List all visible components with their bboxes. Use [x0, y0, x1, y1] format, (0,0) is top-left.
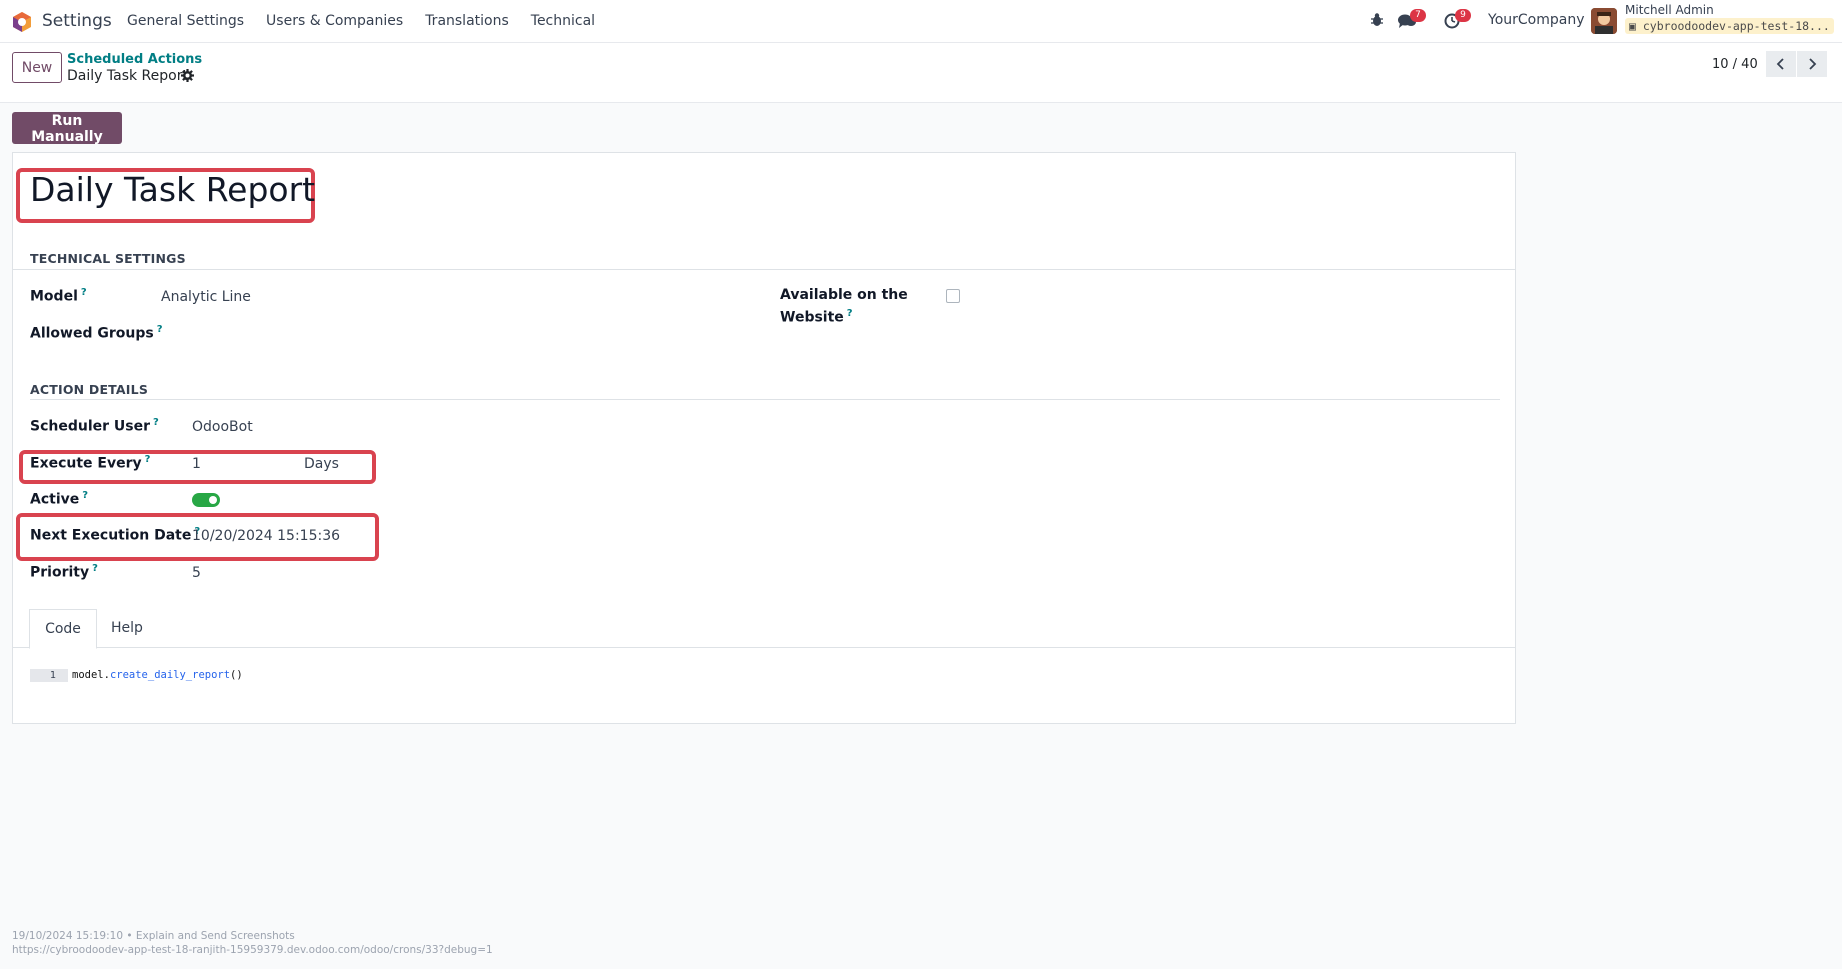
next-execution-date-field[interactable]: 10/20/2024 15:15:36: [192, 528, 340, 544]
debug-bug-icon[interactable]: [1370, 12, 1384, 28]
database-icon: ▣: [1629, 19, 1636, 33]
available-on-website-checkbox[interactable]: [946, 289, 960, 303]
menu-general-settings[interactable]: General Settings: [127, 13, 244, 29]
user-avatar[interactable]: [1591, 8, 1617, 34]
activities-badge: 9: [1455, 9, 1471, 22]
breadcrumb-current-record: Daily Task Report: [67, 68, 188, 84]
next-execution-date-label: Next Execution Date?: [30, 526, 201, 544]
run-manually-button[interactable]: Run Manually: [12, 112, 122, 145]
pager-previous-button[interactable]: [1766, 51, 1796, 77]
action-details-heading: ACTION DETAILS: [30, 382, 149, 397]
database-name-badge: ▣ cybroodoodev-app-test-18...: [1625, 18, 1834, 34]
user-name[interactable]: Mitchell Admin: [1625, 3, 1714, 17]
top-navbar: Settings General Settings Users & Compan…: [0, 0, 1842, 43]
app-name[interactable]: Settings: [42, 11, 112, 31]
breadcrumb-scheduled-actions[interactable]: Scheduled Actions: [67, 52, 202, 67]
odoo-app-logo-icon[interactable]: [11, 11, 33, 33]
section-divider: [13, 269, 1515, 270]
help-tooltip-icon[interactable]: ?: [145, 454, 151, 465]
active-label: Active?: [30, 490, 89, 508]
technical-settings-heading: TECHNICAL SETTINGS: [30, 251, 186, 266]
help-tooltip-icon[interactable]: ?: [92, 563, 98, 574]
priority-label: Priority?: [30, 563, 98, 581]
active-toggle[interactable]: [192, 493, 220, 507]
help-tooltip-icon[interactable]: ?: [82, 490, 88, 501]
execute-every-label: Execute Every?: [30, 454, 151, 472]
tab-help[interactable]: Help: [97, 609, 157, 647]
section-divider: [30, 399, 1500, 400]
model-label: Model?: [30, 287, 87, 305]
scheduler-user-label: Scheduler User?: [30, 417, 159, 435]
messages-badge: 7: [1410, 9, 1426, 22]
help-tooltip-icon[interactable]: ?: [153, 417, 159, 428]
menu-technical[interactable]: Technical: [531, 13, 595, 29]
allowed-groups-label: Allowed Groups?: [30, 324, 163, 342]
help-tooltip-icon[interactable]: ?: [847, 308, 853, 319]
available-on-website-label-line2: Website?: [780, 308, 853, 326]
scheduler-user-field[interactable]: OdooBot: [192, 419, 253, 435]
help-tooltip-icon[interactable]: ?: [81, 287, 87, 298]
database-name: cybroodoodev-app-test-18...: [1642, 19, 1830, 33]
form-sheet: Daily Task Report TECHNICAL SETTINGS Mod…: [12, 152, 1516, 724]
chevron-right-icon: [1809, 58, 1817, 70]
new-button[interactable]: New: [12, 52, 62, 83]
execute-every-number-input[interactable]: 1: [192, 456, 201, 472]
gear-icon[interactable]: [181, 69, 194, 82]
available-on-website-label: Available on the: [780, 287, 908, 303]
menu-translations[interactable]: Translations: [425, 13, 509, 29]
help-tooltip-icon[interactable]: ?: [157, 324, 163, 335]
record-title[interactable]: Daily Task Report: [30, 170, 315, 209]
priority-field[interactable]: 5: [192, 565, 201, 581]
screenshot-url: https://cybroodoodev-app-test-18-ranjith…: [12, 944, 493, 956]
company-switcher[interactable]: YourCompany: [1488, 12, 1585, 28]
control-panel: New Scheduled Actions Daily Task Report …: [0, 43, 1842, 103]
code-line-number: 1: [30, 669, 68, 682]
tab-code[interactable]: Code: [29, 609, 97, 649]
screenshot-caption: 19/10/2024 15:19:10 • Explain and Send S…: [12, 930, 295, 942]
main-menu: General Settings Users & Companies Trans…: [127, 13, 617, 29]
model-field[interactable]: Analytic Line: [161, 289, 251, 305]
code-editor-line[interactable]: model.create_daily_report(): [72, 669, 243, 682]
menu-users-companies[interactable]: Users & Companies: [266, 13, 403, 29]
pager-value[interactable]: 10 / 40: [1712, 57, 1758, 72]
chevron-left-icon: [1776, 58, 1784, 70]
tab-divider: [13, 647, 1515, 648]
execute-every-unit-select[interactable]: Days: [304, 456, 339, 472]
pager-next-button[interactable]: [1797, 51, 1827, 77]
